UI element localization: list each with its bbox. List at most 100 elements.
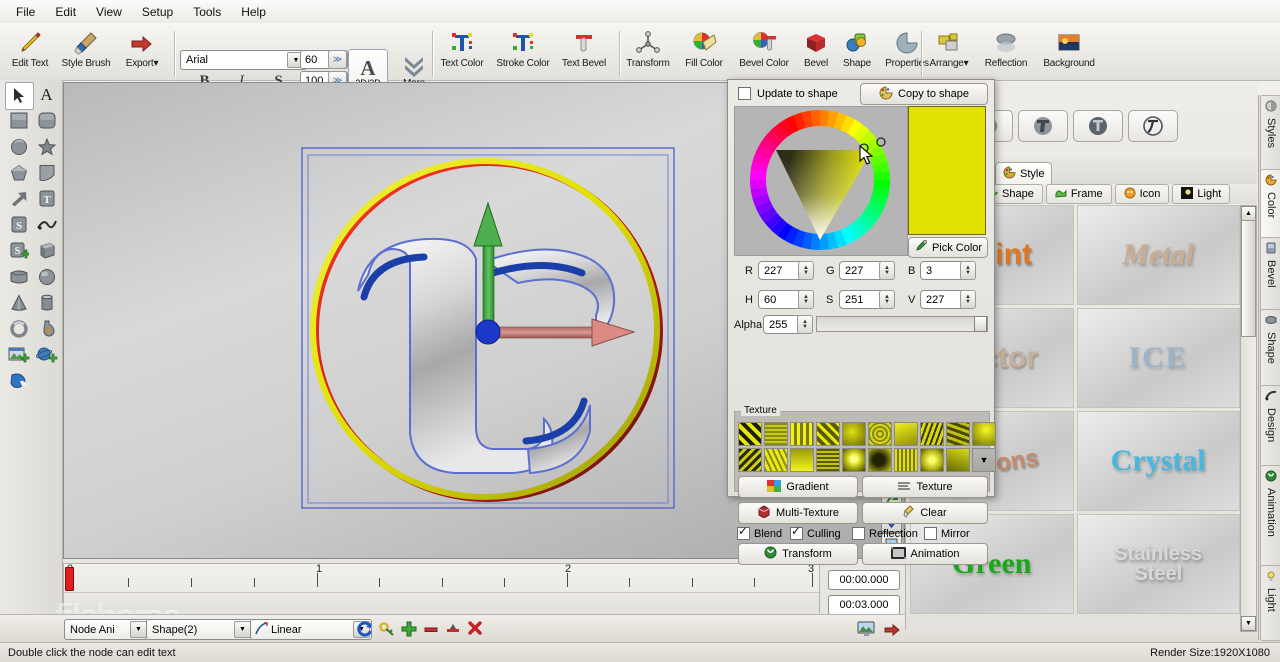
- scroll-up-button[interactable]: ▲: [1241, 206, 1256, 221]
- channel-stepper-g[interactable]: ▲ ▼: [879, 261, 895, 280]
- texture-swatch[interactable]: [946, 448, 970, 472]
- bevel-color-button[interactable]: Bevel Color: [732, 25, 796, 82]
- menu-item-help[interactable]: Help: [231, 2, 276, 22]
- export-button[interactable]: Export▾: [114, 25, 170, 82]
- vtab-animation[interactable]: Animation: [1260, 465, 1280, 569]
- channel-stepper-v[interactable]: ▲ ▼: [960, 290, 976, 309]
- menu-item-file[interactable]: File: [6, 2, 45, 22]
- clear-button[interactable]: Clear: [862, 502, 988, 524]
- arrange-button[interactable]: Arrange▾: [922, 25, 976, 82]
- polygon-tool[interactable]: [5, 160, 32, 186]
- texture-button[interactable]: Texture: [862, 476, 988, 498]
- checkbox-box[interactable]: [924, 527, 937, 540]
- add-key-icon[interactable]: [400, 620, 417, 637]
- chevron-down-icon[interactable]: ▼: [234, 621, 251, 638]
- paint-tool[interactable]: [5, 368, 32, 394]
- star-tool[interactable]: [33, 134, 60, 160]
- sphere-tool[interactable]: [33, 264, 60, 290]
- checkbox-box[interactable]: [790, 524, 803, 540]
- background-button[interactable]: Background: [1036, 25, 1102, 82]
- alpha-slider-thumb[interactable]: [974, 316, 987, 332]
- copy-to-shape-button[interactable]: Copy to shape: [860, 83, 988, 105]
- alpha-slider[interactable]: [816, 316, 988, 332]
- key-icon[interactable]: [378, 620, 395, 637]
- color-wheel[interactable]: [734, 106, 908, 256]
- vtab-bevel[interactable]: Bevel: [1260, 237, 1280, 313]
- channel-stepper-s[interactable]: ▲ ▼: [879, 290, 895, 309]
- menu-item-setup[interactable]: Setup: [132, 2, 183, 22]
- shape-button[interactable]: Shape: [836, 25, 878, 82]
- transform-button[interactable]: Transform: [620, 25, 676, 82]
- particle-add-tool[interactable]: [33, 342, 60, 368]
- style-brush-button[interactable]: Style Brush: [58, 25, 114, 82]
- channel-input-v[interactable]: 227: [920, 290, 965, 309]
- interpolation-combo[interactable]: Linear ▼: [250, 619, 372, 640]
- color-dialog[interactable]: Update to shape Copy to shape Pick Color…: [727, 79, 996, 565]
- cube-tool[interactable]: [33, 238, 60, 264]
- scroll-down-button[interactable]: ▼: [1241, 616, 1256, 631]
- tab-light[interactable]: Light: [1172, 184, 1231, 204]
- tab-icon[interactable]: Icon: [1114, 184, 1170, 204]
- arrow-tool[interactable]: [5, 186, 32, 212]
- animation-button[interactable]: Animation: [862, 543, 988, 565]
- anim-type-combo[interactable]: Node Ani ▼: [64, 619, 149, 640]
- vase-tool[interactable]: [33, 316, 60, 342]
- line-tool[interactable]: [33, 212, 60, 238]
- anim-target-combo[interactable]: Shape(2) ▼: [146, 619, 253, 640]
- channel-input-g[interactable]: 227: [839, 261, 884, 280]
- shield-tool[interactable]: [33, 160, 60, 186]
- texture-swatch[interactable]: [868, 448, 892, 472]
- tab-frame[interactable]: Frame: [1045, 184, 1112, 204]
- export-red-icon[interactable]: [882, 619, 902, 639]
- texture-swatch[interactable]: [790, 448, 814, 472]
- timeline-panel[interactable]: 0 1 2 3: [63, 563, 820, 627]
- torus-tool[interactable]: [5, 316, 32, 342]
- channel-input-s[interactable]: 251: [839, 290, 884, 309]
- rounded-rect-tool[interactable]: [33, 108, 60, 134]
- cylinder-tool[interactable]: [33, 290, 60, 316]
- vtab-styles[interactable]: Styles: [1260, 95, 1280, 173]
- menu-item-view[interactable]: View: [86, 2, 132, 22]
- symbol-tool[interactable]: S: [5, 212, 32, 238]
- cone-tool[interactable]: [5, 290, 32, 316]
- texture-swatch[interactable]: [738, 422, 762, 446]
- font-size-stepper[interactable]: ≫: [328, 50, 347, 69]
- edit-text-button[interactable]: Edit Text: [2, 25, 58, 82]
- scrollbar-thumb[interactable]: [1241, 220, 1256, 337]
- alpha-stepper[interactable]: ▲ ▼: [797, 315, 813, 334]
- texture-swatch[interactable]: [842, 448, 866, 472]
- texture-swatch[interactable]: [738, 448, 762, 472]
- reflection-button[interactable]: Reflection: [976, 25, 1036, 82]
- preset-stainless-steel[interactable]: Stainless Steel: [1076, 514, 1240, 614]
- texture-more-button[interactable]: ▼: [972, 448, 996, 472]
- channel-input-b[interactable]: 3: [920, 261, 965, 280]
- tab-style[interactable]: Style: [995, 162, 1053, 185]
- chevron-down-icon[interactable]: ▼: [130, 621, 147, 638]
- checkbox-box[interactable]: [852, 527, 865, 540]
- extrude-tool[interactable]: [5, 264, 32, 290]
- texture-swatch[interactable]: [790, 422, 814, 446]
- preset-crystal[interactable]: Crystal: [1076, 411, 1240, 511]
- texture-swatch[interactable]: [972, 422, 996, 446]
- channel-stepper-h[interactable]: ▲ ▼: [798, 290, 814, 309]
- channel-input-r[interactable]: 227: [758, 261, 803, 280]
- total-time-field[interactable]: 00:03.000: [828, 595, 900, 615]
- delete-key-icon[interactable]: [466, 620, 483, 637]
- channel-stepper-r[interactable]: ▲ ▼: [798, 261, 814, 280]
- rectangle-tool[interactable]: [5, 108, 32, 134]
- image-add-tool[interactable]: [5, 342, 32, 368]
- preview-monitor-icon[interactable]: [856, 619, 876, 639]
- text-bevel-button[interactable]: Text Bevel: [556, 25, 612, 82]
- checkbox-box[interactable]: [738, 87, 751, 100]
- bevel-preset-4[interactable]: [1073, 110, 1123, 142]
- vtab-light[interactable]: Light: [1260, 565, 1280, 641]
- text-color-button[interactable]: Text Color: [434, 25, 490, 82]
- bevel-button[interactable]: Bevel: [796, 25, 836, 82]
- bevel-preset-3[interactable]: [1018, 110, 1068, 142]
- bevel-preset-5[interactable]: [1128, 110, 1178, 142]
- current-time-field[interactable]: 00:00.000: [828, 570, 900, 590]
- culling-checkbox[interactable]: Culling: [790, 524, 841, 540]
- texture-swatch[interactable]: [894, 448, 918, 472]
- texture-swatch[interactable]: [842, 422, 866, 446]
- update-to-shape-checkbox[interactable]: Update to shape: [738, 87, 838, 100]
